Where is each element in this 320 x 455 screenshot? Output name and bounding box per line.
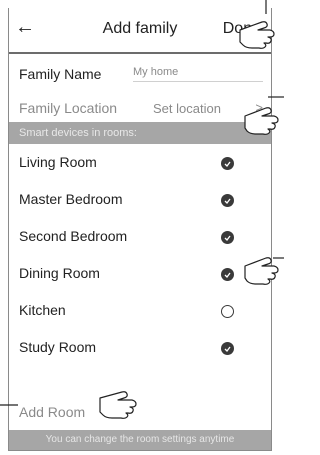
pointing-hand-icon <box>244 257 279 285</box>
pointing-hand-icon <box>239 21 275 49</box>
annotation-overlay <box>0 0 284 419</box>
pointing-hand-icon <box>244 107 279 135</box>
pointing-hand-icon <box>99 391 137 419</box>
